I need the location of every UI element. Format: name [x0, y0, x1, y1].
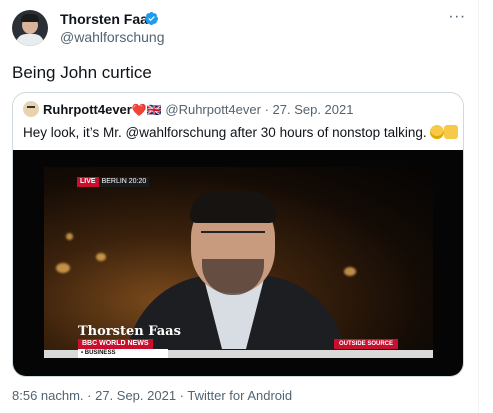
quoted-author-avatar [23, 101, 39, 117]
quoted-author-name-emojis: ❤️🇬🇧 [131, 103, 162, 117]
caption-nameplate: Thorsten Faas [78, 324, 181, 339]
segment-label: OUTSIDE SOURCE [334, 339, 399, 349]
quoted-tweet-header: Ruhrpott4ever❤️🇬🇧 @Ruhrpott4ever · 27. S… [43, 101, 353, 119]
more-options-icon[interactable]: ··· [445, 8, 469, 28]
background-light [56, 263, 70, 273]
background-light [66, 233, 73, 240]
author-handle[interactable]: @wahlforschung [60, 28, 165, 46]
quoted-tweet-text-row: Hey look, it’s Mr. @wahlforschung after … [23, 124, 459, 142]
avatar-body [16, 34, 44, 46]
quoted-tweet-text: Hey look, it’s Mr. @wahlforschung after … [23, 125, 427, 140]
section-label: • BUSINESS [78, 349, 168, 358]
tweet-article: Thorsten Faas @wahlforschung ··· Being J… [0, 0, 479, 413]
video-thumbnail[interactable]: LIVE BERLIN 20:20 Thorsten Faas BBC WORLD… [13, 150, 463, 376]
live-bug: LIVE BERLIN 20:20 [77, 177, 150, 187]
author-avatar[interactable] [12, 10, 48, 46]
tweet-text: Being John curtice [12, 63, 152, 82]
verified-badge-icon [144, 11, 159, 26]
thumbs-up-icon [444, 125, 459, 139]
person-glasses [201, 231, 265, 245]
location-time: BERLIN 20:20 [101, 178, 147, 185]
laughing-face-icon [430, 125, 445, 139]
author-name[interactable]: Thorsten Faas [60, 10, 156, 28]
background-light [344, 267, 356, 276]
quoted-tweet-card[interactable]: Ruhrpott4ever❤️🇬🇧 @Ruhrpott4ever · 27. S… [12, 92, 464, 377]
person-hair [190, 191, 276, 223]
tweet-timestamp[interactable]: 8:56 nachm. · 27. Sep. 2021 · Twitter fo… [12, 387, 292, 405]
avatar-hair [21, 14, 39, 22]
live-label: LIVE [77, 177, 99, 187]
channel-logo: BBC WORLD NEWS [78, 339, 153, 349]
tv-screen: LIVE BERLIN 20:20 Thorsten Faas BBC WORLD… [44, 167, 433, 358]
background-light [96, 253, 106, 261]
quoted-tweet-meta: @Ruhrpott4ever · 27. Sep. 2021 [165, 102, 354, 117]
quoted-author-name: Ruhrpott4ever [43, 102, 132, 117]
